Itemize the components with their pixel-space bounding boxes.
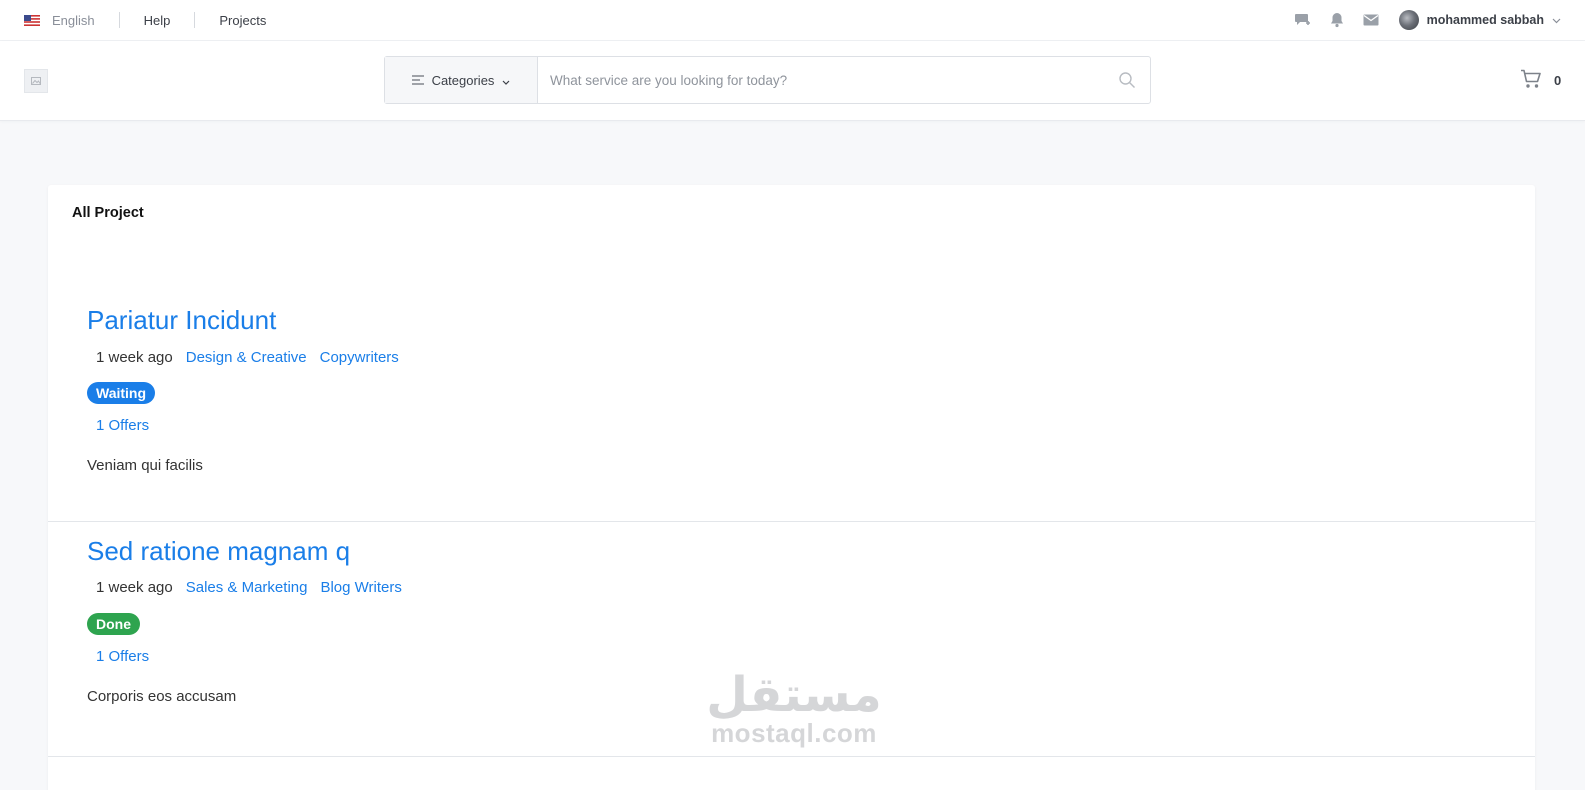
chat-add-icon[interactable] [1293, 10, 1313, 30]
project-description: Corporis eos accusam [87, 688, 237, 705]
search-input[interactable] [538, 57, 1104, 103]
chevron-down-icon [502, 73, 510, 88]
watermark-arabic: مستقل [706, 667, 882, 723]
top-bar-left: English Help Projects [24, 12, 266, 28]
cart-count: 0 [1554, 73, 1562, 88]
project-title[interactable]: Pariatur Incidunt [87, 305, 276, 336]
divider [118, 12, 120, 28]
search-icon[interactable] [1104, 57, 1150, 103]
chevron-down-icon[interactable] [1552, 13, 1561, 27]
watermark: مستقل mostaql.com [694, 670, 894, 746]
project-description: Veniam qui facilis [87, 457, 203, 474]
bell-icon[interactable] [1327, 10, 1347, 30]
offers-link[interactable]: 1 Offers [96, 417, 149, 434]
help-link[interactable]: Help [144, 13, 171, 28]
categories-label: Categories [431, 72, 495, 88]
project-meta: 1 week ago Sales & Marketing Blog Writer… [96, 579, 402, 596]
project-title[interactable]: Sed ratione magnam q [87, 536, 350, 567]
offers-link[interactable]: 1 Offers [96, 648, 149, 665]
search-bar: Categories [384, 56, 1151, 104]
us-flag-icon[interactable] [24, 14, 40, 26]
mail-icon[interactable] [1361, 10, 1381, 30]
categories-dropdown[interactable]: Categories [385, 57, 538, 103]
site-logo[interactable] [24, 69, 48, 93]
posted-time: 1 week ago [96, 579, 173, 596]
user-name[interactable]: mohammed sabbah [1427, 13, 1544, 27]
main-header: Categories 0 [0, 41, 1585, 121]
status-badge: Done [87, 613, 140, 635]
top-bar-right: mohammed sabbah [1293, 10, 1561, 30]
project-item: Pariatur Incidunt 1 week ago Design & Cr… [48, 185, 1535, 522]
category-link[interactable]: Design & Creative [186, 349, 307, 366]
menu-lines-icon [411, 73, 424, 88]
image-placeholder-icon [31, 72, 41, 90]
user-menu[interactable]: mohammed sabbah [1398, 10, 1561, 30]
watermark-latin: mostaql.com [711, 718, 877, 748]
projects-link[interactable]: Projects [219, 13, 266, 28]
category-link[interactable]: Sales & Marketing [186, 579, 308, 596]
avatar[interactable] [1398, 10, 1419, 30]
cart-button[interactable]: 0 [1520, 69, 1561, 92]
project-meta: 1 week ago Design & Creative Copywriters [96, 349, 399, 366]
posted-time: 1 week ago [96, 349, 173, 366]
top-bar: English Help Projects mohammed sabbah [0, 0, 1585, 41]
subcategory-link[interactable]: Blog Writers [320, 579, 401, 596]
divider [194, 12, 196, 28]
cart-icon[interactable] [1520, 69, 1542, 92]
status-badge: Waiting [87, 382, 156, 404]
language-selector[interactable]: English [52, 13, 95, 28]
subcategory-link[interactable]: Copywriters [320, 349, 399, 366]
